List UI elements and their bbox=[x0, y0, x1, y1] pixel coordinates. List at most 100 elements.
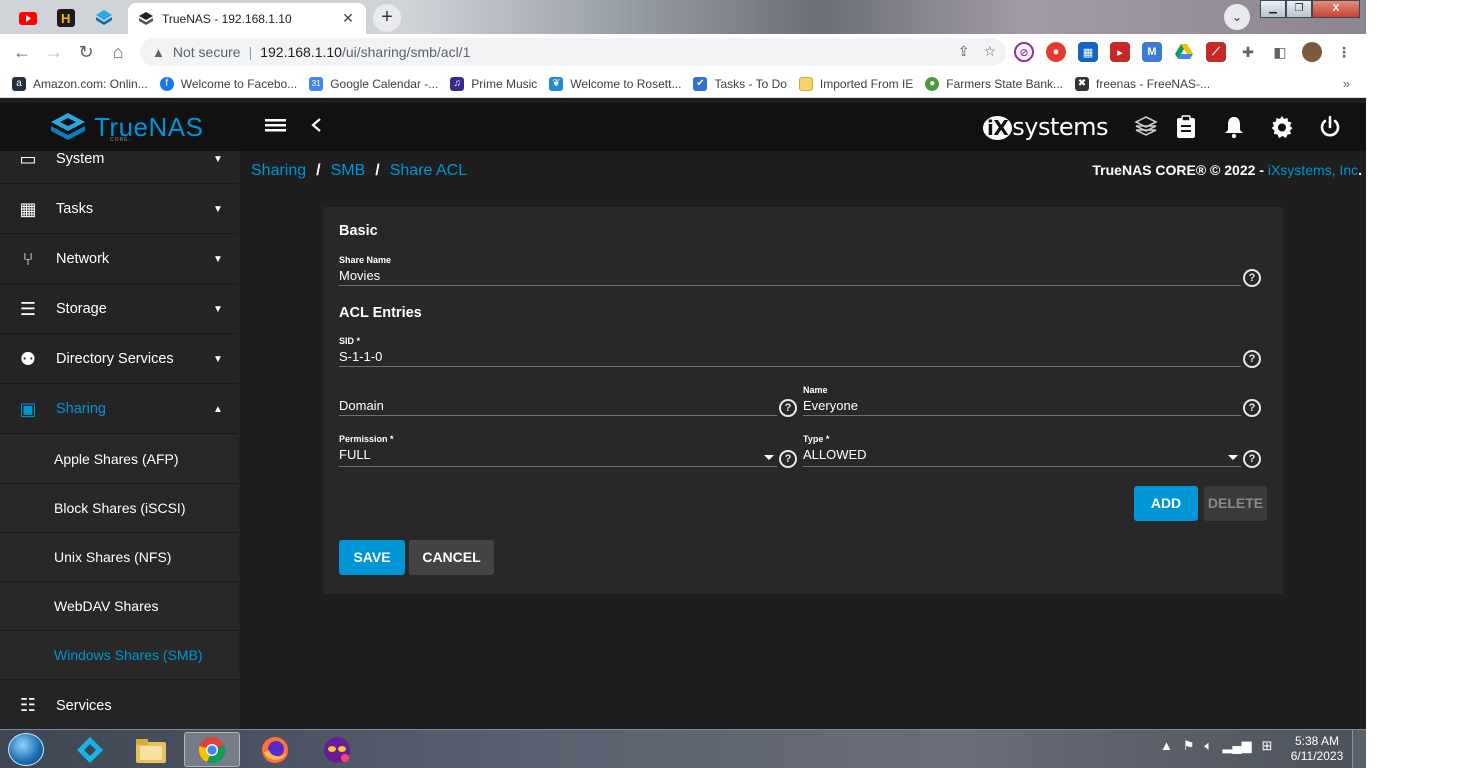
bookmark-item[interactable]: ❦ Welcome to Rosett... bbox=[549, 76, 681, 91]
mask-app-taskbar-icon[interactable] bbox=[309, 732, 365, 767]
sidebar-subitem-iscsi[interactable]: Block Shares (iSCSI) bbox=[0, 484, 238, 533]
forward-arrow-icon[interactable]: → bbox=[38, 42, 70, 63]
sidebar-item-services[interactable]: ☷ Services bbox=[0, 681, 238, 729]
bookmark-item[interactable]: ♫ Prime Music bbox=[450, 76, 537, 91]
active-tab[interactable]: TrueNAS - 192.168.1.10 ✕ bbox=[128, 3, 366, 34]
type-select[interactable]: Type * ALLOWED bbox=[803, 434, 1241, 467]
share-icon[interactable]: ⇪ bbox=[958, 43, 970, 60]
bookmark-item[interactable]: ● Farmers State Bank... bbox=[925, 76, 1063, 91]
action-center-flag-icon[interactable]: ⚑ bbox=[1183, 738, 1195, 754]
reload-icon[interactable]: ↻ bbox=[70, 42, 102, 63]
adblock-extension-icon[interactable]: ● bbox=[1046, 42, 1066, 62]
ixsystems-link[interactable]: iXsystems, Inc bbox=[1268, 162, 1358, 178]
bookmark-item[interactable]: a Amazon.com: Onlin... bbox=[12, 76, 148, 91]
back-arrow-icon[interactable]: ← bbox=[6, 42, 38, 63]
show-desktop-button[interactable] bbox=[1352, 730, 1366, 768]
truenas-logo[interactable]: TrueNAS CORE bbox=[0, 103, 240, 151]
tab-close-icon[interactable]: ✕ bbox=[340, 10, 356, 27]
help-icon[interactable]: ? bbox=[779, 450, 797, 468]
breadcrumb-sharing[interactable]: Sharing bbox=[251, 162, 306, 180]
name-field[interactable]: Name Everyone bbox=[803, 385, 1241, 416]
pdf-extension-icon[interactable]: ⟋ bbox=[1206, 42, 1226, 62]
save-button[interactable]: SAVE bbox=[339, 540, 405, 575]
sidebar-subitem-webdav[interactable]: WebDAV Shares bbox=[0, 582, 238, 631]
tab-search-button[interactable]: ⌄ bbox=[1224, 4, 1250, 30]
power-plug-icon[interactable]: ⊞ bbox=[1262, 738, 1273, 754]
sid-input[interactable]: S-1-1-0 bbox=[339, 347, 1241, 367]
m-extension-icon[interactable]: M bbox=[1142, 42, 1162, 62]
file-explorer-taskbar-icon[interactable] bbox=[123, 732, 179, 767]
tray-expand-icon[interactable]: ▲ bbox=[1160, 738, 1173, 754]
help-icon[interactable]: ? bbox=[1243, 399, 1261, 417]
help-icon[interactable]: ? bbox=[1243, 450, 1261, 468]
bookmark-item[interactable]: ✖ freenas - FreeNAS-... bbox=[1075, 76, 1210, 91]
help-icon[interactable]: ? bbox=[1243, 269, 1261, 287]
chevron-down-icon[interactable] bbox=[1228, 455, 1238, 460]
video-extension-icon[interactable]: ▸ bbox=[1110, 42, 1130, 62]
power-icon[interactable] bbox=[1318, 115, 1342, 145]
hamburger-menu-icon[interactable] bbox=[265, 114, 287, 142]
block-extension-icon[interactable]: ⊘ bbox=[1014, 42, 1034, 62]
warning-icon[interactable]: ▲ bbox=[152, 45, 165, 60]
domain-field[interactable]: Domain bbox=[339, 385, 777, 416]
bookmark-item[interactable]: f Welcome to Facebo... bbox=[159, 76, 297, 91]
taskbar-clock[interactable]: 5:38 AM 6/11/2023 bbox=[1282, 734, 1352, 764]
gear-icon[interactable] bbox=[1270, 115, 1294, 145]
calendar-extension-icon[interactable]: ▦ bbox=[1078, 42, 1098, 62]
truecommand-icon[interactable] bbox=[1134, 115, 1158, 145]
ixsystems-logo[interactable]: iX systems bbox=[983, 113, 1109, 141]
home-icon[interactable]: ⌂ bbox=[102, 42, 134, 63]
sidebar-subitem-afp[interactable]: Apple Shares (AFP) bbox=[0, 435, 238, 484]
bookmarks-overflow-icon[interactable]: » bbox=[1343, 76, 1350, 91]
youtube-tab[interactable] bbox=[10, 4, 46, 32]
sidebar-subitem-smb[interactable]: Windows Shares (SMB) bbox=[0, 631, 238, 680]
sidebar-item-sharing[interactable]: ▣ Sharing ▲ bbox=[0, 385, 238, 434]
permission-select[interactable]: Permission * FULL bbox=[339, 434, 777, 467]
help-icon[interactable]: ? bbox=[779, 399, 797, 417]
sidebar-item-directory-services[interactable]: ⚉ Directory Services ▼ bbox=[0, 335, 238, 384]
clipboard-icon[interactable] bbox=[1175, 115, 1197, 145]
bell-icon[interactable] bbox=[1223, 115, 1245, 145]
side-panel-icon[interactable]: ◧ bbox=[1270, 42, 1290, 62]
close-window-button[interactable]: X bbox=[1312, 0, 1360, 18]
bookmark-item[interactable]: ✔ Tasks - To Do bbox=[693, 76, 787, 91]
extensions-puzzle-icon[interactable]: ✚ bbox=[1238, 42, 1258, 62]
address-bar[interactable]: ▲ Not secure | 192.168.1.10 /ui/sharing/… bbox=[140, 38, 1006, 66]
kodi-taskbar-icon[interactable] bbox=[62, 732, 118, 767]
help-icon[interactable]: ? bbox=[1243, 350, 1261, 368]
sidebar-item-system[interactable]: ▭ System ▼ bbox=[0, 151, 238, 184]
sid-field[interactable]: SID * S-1-1-0 bbox=[339, 336, 1241, 367]
volume-icon[interactable]: 🔈︎ bbox=[1205, 738, 1213, 754]
browser-menu-icon[interactable]: ⋮ bbox=[1334, 42, 1354, 62]
chrome-taskbar-icon[interactable] bbox=[184, 732, 240, 767]
bookmark-star-icon[interactable]: ☆ bbox=[983, 43, 996, 60]
share-name-input[interactable]: Movies bbox=[339, 266, 1241, 286]
start-button[interactable] bbox=[8, 733, 44, 766]
google-drive-icon[interactable] bbox=[1174, 42, 1194, 62]
profile-avatar[interactable] bbox=[1302, 42, 1322, 62]
cancel-button[interactable]: CANCEL bbox=[409, 540, 494, 575]
truenas-pinned-tab[interactable] bbox=[86, 4, 122, 32]
restore-button[interactable]: ❐ bbox=[1286, 0, 1312, 18]
network-signal-icon[interactable]: ▂▄▆ bbox=[1222, 738, 1251, 754]
sidebar-item-network[interactable]: ⑂ Network ▼ bbox=[0, 235, 238, 284]
minimize-button[interactable]: ▁ bbox=[1260, 0, 1286, 18]
breadcrumb-smb[interactable]: SMB bbox=[331, 162, 366, 180]
type-value[interactable]: ALLOWED bbox=[803, 445, 1241, 467]
pinned-tab-2[interactable]: H bbox=[48, 4, 84, 32]
chevron-down-icon[interactable] bbox=[764, 455, 774, 460]
name-input[interactable]: Everyone bbox=[803, 396, 1241, 416]
permission-value[interactable]: FULL bbox=[339, 445, 777, 467]
delete-button[interactable]: DELETE bbox=[1204, 486, 1267, 521]
new-tab-button[interactable]: + bbox=[373, 4, 401, 32]
collapse-chevron-icon[interactable] bbox=[309, 114, 323, 142]
sidebar-item-storage[interactable]: ☰ Storage ▼ bbox=[0, 285, 238, 334]
share-name-field[interactable]: Share Name Movies bbox=[339, 255, 1241, 286]
sidebar-subitem-nfs[interactable]: Unix Shares (NFS) bbox=[0, 533, 238, 582]
add-button[interactable]: ADD bbox=[1134, 486, 1198, 521]
bookmark-item[interactable]: 31 Google Calendar -... bbox=[309, 76, 438, 91]
firefox-taskbar-icon[interactable] bbox=[247, 732, 303, 767]
domain-input[interactable]: Domain bbox=[339, 396, 777, 416]
sidebar-item-tasks[interactable]: ▦ Tasks ▼ bbox=[0, 185, 238, 234]
bookmark-item[interactable]: Imported From IE bbox=[798, 76, 913, 91]
